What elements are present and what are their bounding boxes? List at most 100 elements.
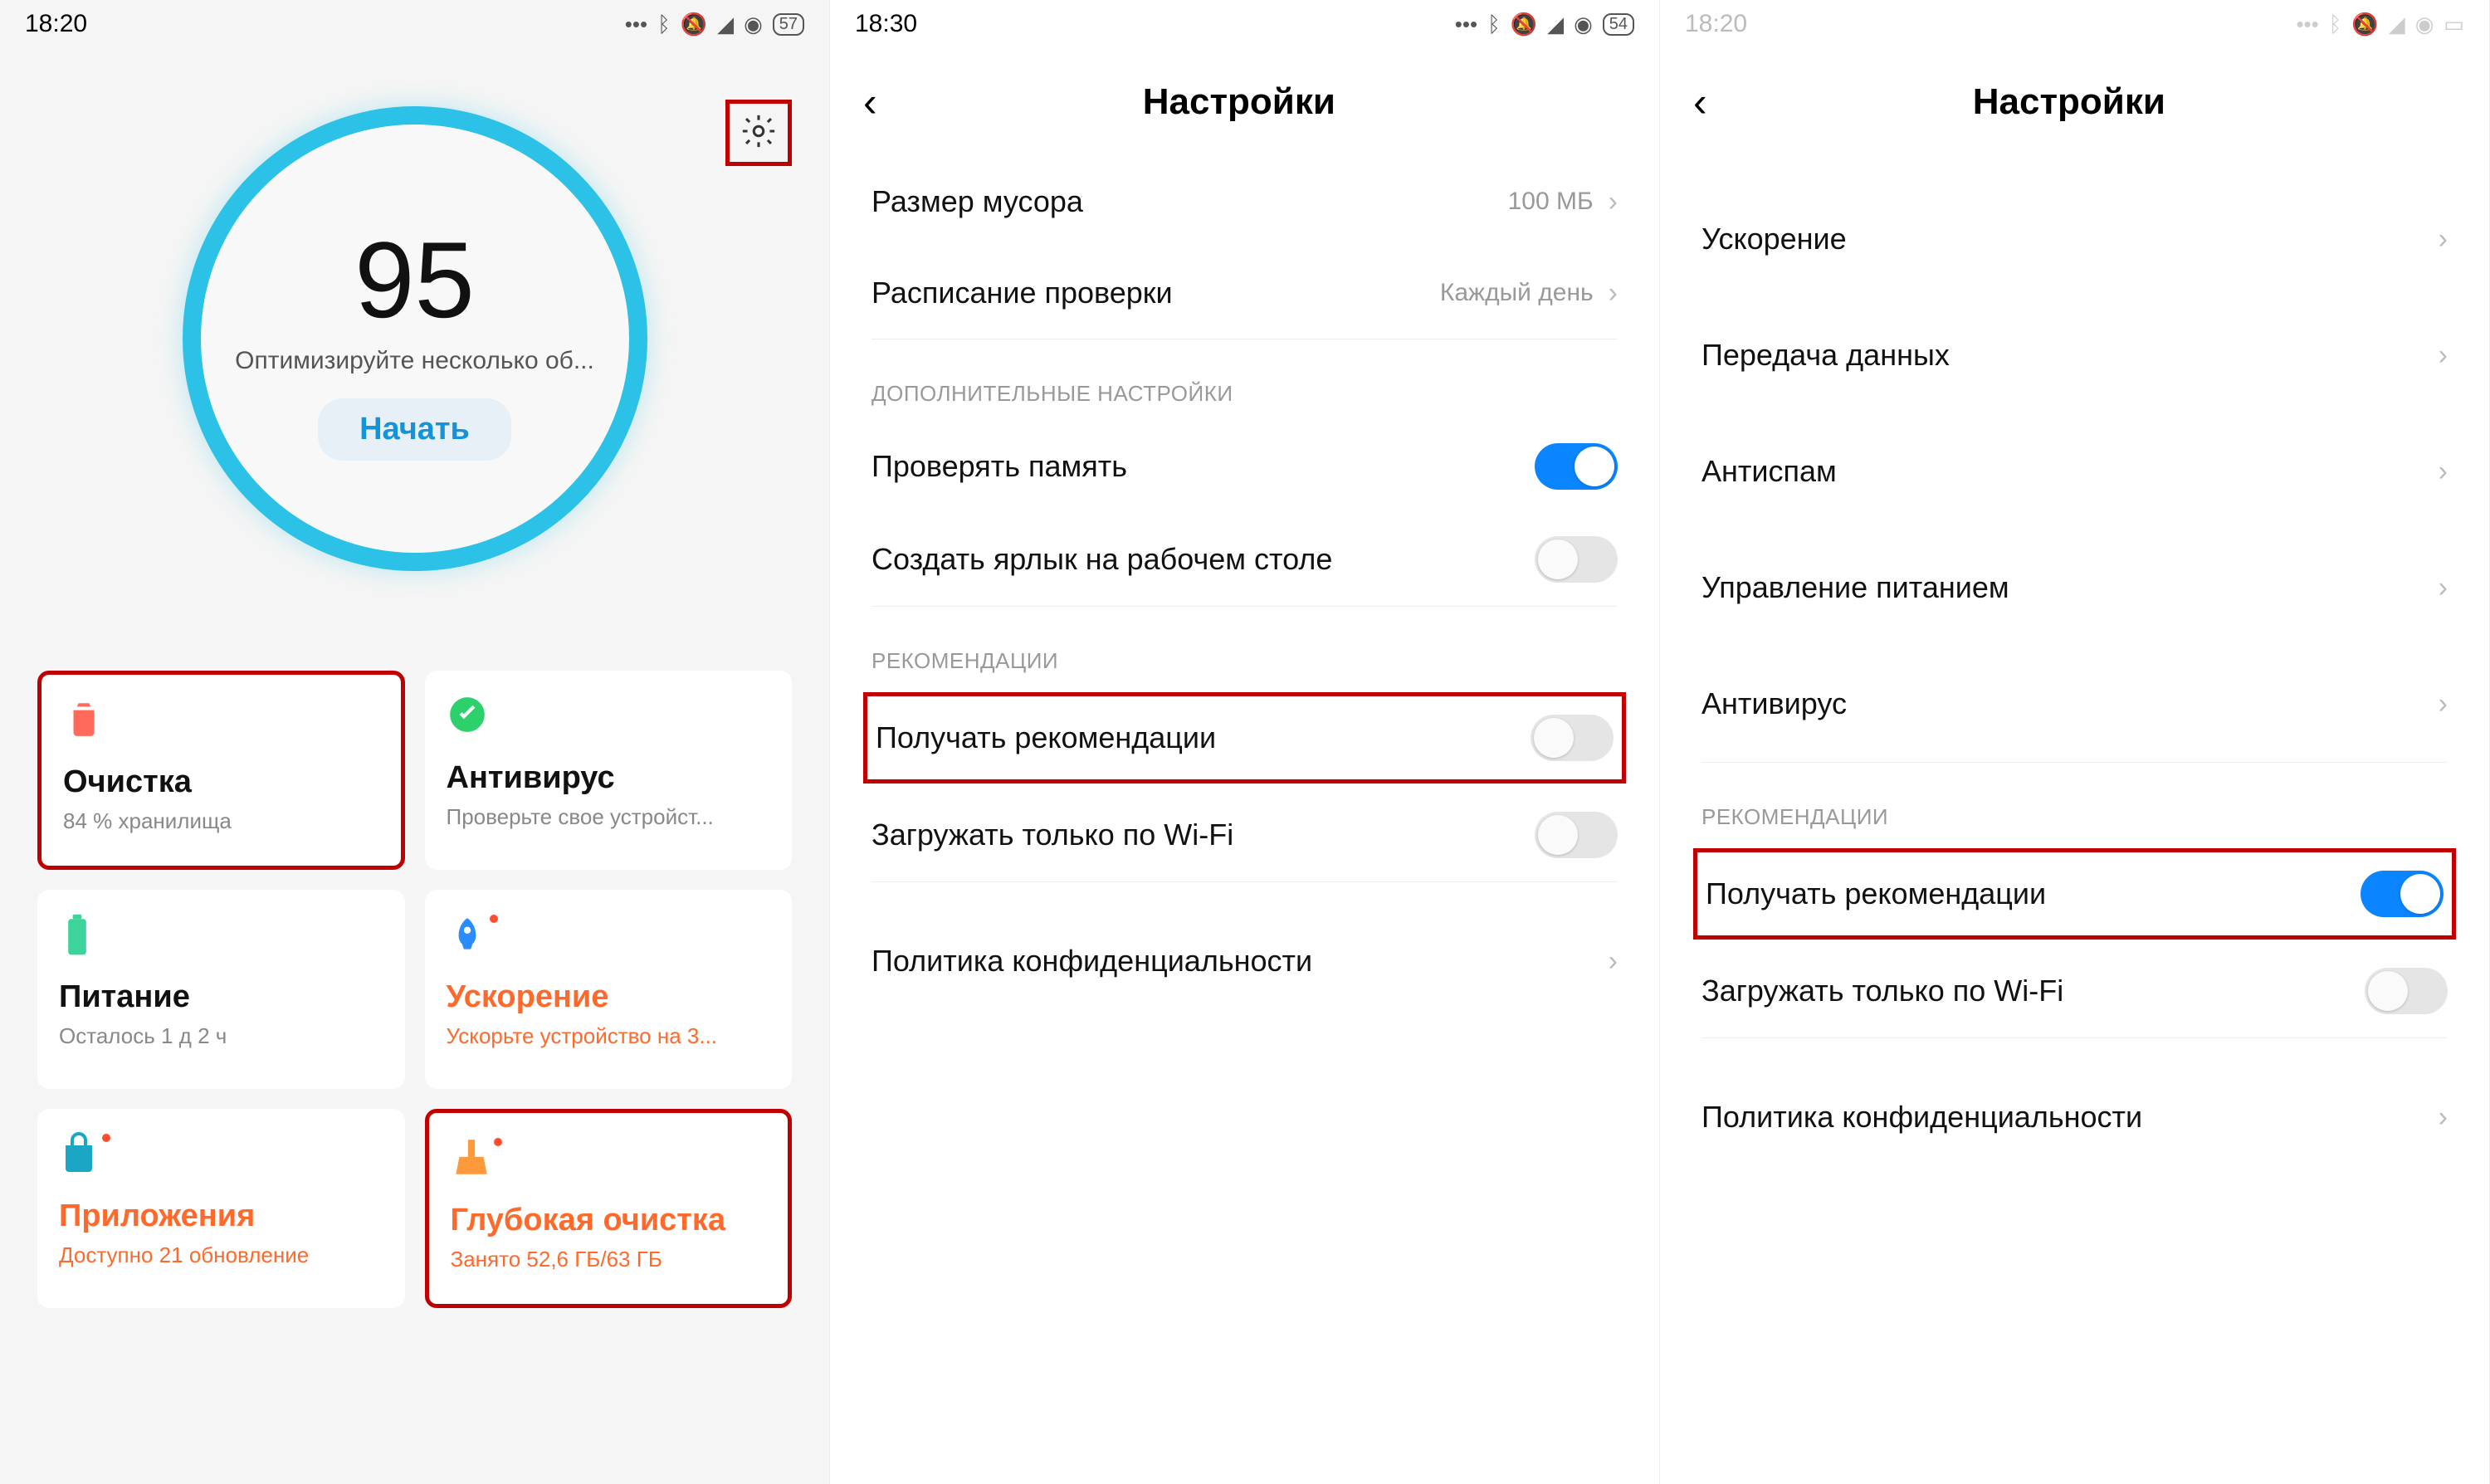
row-label: Антиспам bbox=[1702, 454, 2439, 489]
row-trash-size[interactable]: Размер мусора 100 МБ › bbox=[830, 156, 1659, 247]
chevron-right-icon: › bbox=[1609, 277, 1618, 310]
wifi-only-label: Загружать только по Wi-Fi bbox=[1702, 974, 2365, 1008]
apps-icon bbox=[59, 1132, 383, 1190]
wifi-only-label: Загружать только по Wi-Fi bbox=[872, 818, 1535, 852]
section-recommendations: РЕКОМЕНДАЦИИ bbox=[830, 607, 1659, 687]
chevron-right-icon: › bbox=[2439, 572, 2448, 604]
check-memory-label: Проверять память bbox=[872, 449, 1535, 484]
more-icon: ••• bbox=[1455, 12, 1477, 37]
check-icon bbox=[447, 694, 771, 752]
privacy-label: Политика конфиденциальности bbox=[872, 944, 1609, 979]
toggle-wifi-only[interactable] bbox=[2365, 968, 2448, 1014]
settings-button-highlight bbox=[725, 100, 792, 166]
mute-icon: 🔕 bbox=[2351, 12, 2378, 37]
row-управление-питанием[interactable]: Управление питанием› bbox=[1660, 530, 2489, 646]
row-label: Ускорение bbox=[1702, 222, 2439, 256]
start-button[interactable]: Начать bbox=[318, 398, 511, 461]
toggle-check-memory[interactable] bbox=[1535, 443, 1618, 490]
signal-icon: ◢ bbox=[2389, 12, 2405, 37]
row-shortcut[interactable]: Создать ярлык на рабочем столе bbox=[830, 513, 1659, 606]
status-time: 18:30 bbox=[855, 10, 917, 38]
wifi-icon: ◉ bbox=[744, 12, 763, 37]
status-icons: ••• ᛒ 🔕 ◢ ◉ ▭ bbox=[2296, 12, 2464, 37]
section-recommendations: РЕКОМЕНДАЦИИ bbox=[1660, 763, 2489, 843]
schedule-value: Каждый день bbox=[1440, 279, 1594, 307]
more-icon: ••• bbox=[2296, 12, 2318, 37]
row-receive-rec-highlight[interactable]: Получать рекомендации bbox=[863, 692, 1626, 783]
tile-subtitle: Ускорьте устройство на 3... bbox=[447, 1023, 771, 1049]
tile-очистка[interactable]: Очистка 84 % хранилища bbox=[37, 671, 405, 870]
chevron-right-icon: › bbox=[1609, 945, 1618, 978]
tile-глубокая очистка[interactable]: Глубокая очисткаЗанято 52,6 ГБ/63 ГБ bbox=[425, 1109, 793, 1308]
chevron-right-icon: › bbox=[1609, 186, 1618, 218]
status-time: 18:20 bbox=[25, 10, 87, 38]
status-time: 18:20 bbox=[1685, 10, 1747, 38]
notification-dot bbox=[490, 915, 498, 923]
tile-приложения[interactable]: Приложения Доступно 21 обновление bbox=[37, 1109, 405, 1308]
toggle-receive-rec[interactable] bbox=[2361, 871, 2444, 917]
status-icons: ••• ᛒ 🔕 ◢ ◉ 54 bbox=[1455, 12, 1634, 37]
row-label: Управление питанием bbox=[1702, 570, 2439, 605]
wifi-icon: ◉ bbox=[2415, 12, 2434, 37]
chevron-right-icon: › bbox=[2439, 688, 2448, 720]
battery-indicator: 54 bbox=[1603, 13, 1634, 36]
receive-rec-label: Получать рекомендации bbox=[876, 720, 1531, 755]
phone-settings-2: 18:20 ••• ᛒ 🔕 ◢ ◉ ▭ ‹ Настройки Ускорени… bbox=[1660, 0, 2490, 1484]
wifi-icon: ◉ bbox=[1574, 12, 1593, 37]
battery-icon: ▭ bbox=[2444, 12, 2464, 37]
tile-subtitle: Занято 52,6 ГБ/63 ГБ bbox=[451, 1247, 767, 1272]
status-bar: 18:20 ••• ᛒ 🔕 ◢ ◉ ▭ bbox=[1660, 0, 2489, 48]
schedule-label: Расписание проверки bbox=[872, 276, 1440, 310]
signal-icon: ◢ bbox=[717, 12, 734, 37]
battery-icon bbox=[59, 913, 383, 971]
tile-subtitle: 84 % хранилища bbox=[63, 808, 379, 834]
chevron-right-icon: › bbox=[2439, 456, 2448, 488]
row-антиспам[interactable]: Антиспам› bbox=[1660, 413, 2489, 530]
row-ускорение[interactable]: Ускорение› bbox=[1660, 181, 2489, 297]
more-icon: ••• bbox=[625, 12, 647, 37]
row-receive-rec-highlight[interactable]: Получать рекомендации bbox=[1693, 848, 2456, 940]
row-wifi-only[interactable]: Загружать только по Wi-Fi bbox=[830, 788, 1659, 881]
tool-tiles: Очистка 84 % хранилища АнтивирусПроверьте … bbox=[0, 571, 829, 1308]
status-icons: ••• ᛒ 🔕 ◢ ◉ 57 bbox=[625, 12, 804, 37]
tile-ускорение[interactable]: УскорениеУскорьте устройство на 3... bbox=[425, 890, 793, 1089]
tile-title: Приложения bbox=[59, 1198, 383, 1234]
toggle-receive-rec[interactable] bbox=[1531, 715, 1614, 761]
phone-security-app: 18:20 ••• ᛒ 🔕 ◢ ◉ 57 95 Оптимизируйте не… bbox=[0, 0, 830, 1484]
page-title: Настройки bbox=[1682, 81, 2456, 123]
trash-icon bbox=[63, 698, 379, 756]
chevron-right-icon: › bbox=[2439, 223, 2448, 256]
mute-icon: 🔕 bbox=[681, 12, 707, 37]
tile-питание[interactable]: ПитаниеОсталось 1 д 2 ч bbox=[37, 890, 405, 1089]
bluetooth-icon: ᛒ bbox=[657, 12, 671, 37]
rocket-icon bbox=[447, 913, 771, 971]
row-privacy[interactable]: Политика конфиденциальности › bbox=[1660, 1072, 2489, 1163]
chevron-right-icon: › bbox=[2439, 339, 2448, 372]
settings-header: ‹ Настройки bbox=[1660, 48, 2489, 156]
gear-icon[interactable] bbox=[740, 112, 778, 154]
row-передача-данных[interactable]: Передача данных› bbox=[1660, 297, 2489, 413]
receive-rec-label: Получать рекомендации bbox=[1706, 876, 2361, 911]
row-label: Передача данных bbox=[1702, 338, 2439, 373]
tile-антивирус[interactable]: АнтивирусПроверьте свое устройст... bbox=[425, 671, 793, 870]
optimize-text: Оптимизируйте несколько об... bbox=[235, 347, 594, 375]
tile-subtitle: Доступно 21 обновление bbox=[59, 1242, 383, 1268]
score-circle: 95 Оптимизируйте несколько об... Начать bbox=[183, 106, 647, 571]
row-privacy[interactable]: Политика конфиденциальности › bbox=[830, 915, 1659, 1007]
row-label: Антивирус bbox=[1702, 686, 2439, 721]
notification-dot bbox=[102, 1134, 110, 1142]
tile-subtitle: Осталось 1 д 2 ч bbox=[59, 1023, 383, 1049]
toggle-shortcut[interactable] bbox=[1535, 536, 1618, 583]
row-schedule[interactable]: Расписание проверки Каждый день › bbox=[830, 247, 1659, 339]
row-антивирус[interactable]: Антивирус› bbox=[1660, 646, 2489, 762]
tile-title: Очистка bbox=[63, 764, 379, 800]
toggle-wifi-only[interactable] bbox=[1535, 812, 1618, 858]
bluetooth-icon: ᛒ bbox=[1487, 12, 1501, 37]
battery-indicator: 57 bbox=[773, 13, 804, 36]
settings-header: ‹ Настройки bbox=[830, 48, 1659, 156]
status-bar: 18:30 ••• ᛒ 🔕 ◢ ◉ 54 bbox=[830, 0, 1659, 48]
tile-subtitle: Проверьте свое устройст... bbox=[447, 804, 771, 830]
row-check-memory[interactable]: Проверять память bbox=[830, 420, 1659, 513]
bluetooth-icon: ᛒ bbox=[2329, 12, 2342, 37]
row-wifi-only[interactable]: Загружать только по Wi-Fi bbox=[1660, 945, 2489, 1037]
